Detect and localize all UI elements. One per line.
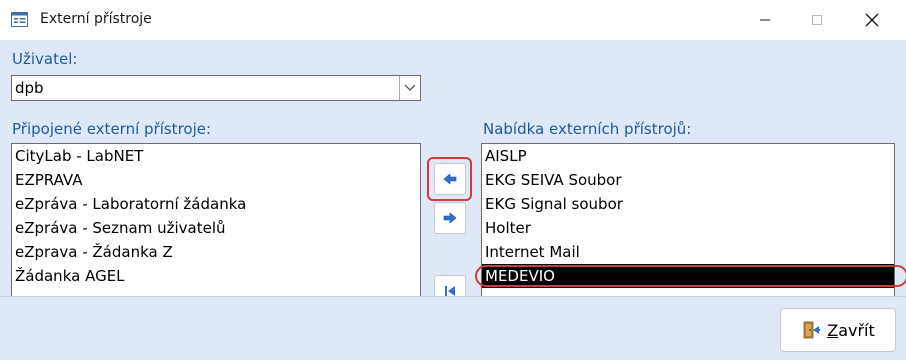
- list-item[interactable]: EZPRAVA: [12, 168, 420, 192]
- minimize-button[interactable]: [742, 0, 788, 40]
- combobox-dropdown-button[interactable]: [399, 76, 420, 100]
- list-item[interactable]: eZprava - Žádanka Z: [12, 240, 420, 264]
- connected-devices-list[interactable]: CityLab - LabNET EZPRAVA eZpráva - Labor…: [11, 143, 421, 303]
- move-right-button[interactable]: [434, 202, 466, 234]
- move-left-button[interactable]: [434, 163, 466, 195]
- window-title: Externí přístroje: [40, 11, 152, 27]
- maximize-icon: [812, 15, 822, 25]
- chevron-down-icon: [404, 84, 416, 91]
- maximize-button[interactable]: [794, 0, 840, 40]
- close-button[interactable]: Zavřít: [780, 308, 896, 352]
- available-devices-label: Nabídka externích přístrojů:: [483, 120, 692, 138]
- close-button-mnemonic: Z: [827, 320, 839, 340]
- dialog-window: Externí přístroje Uživatel: dpb Připojen…: [0, 0, 906, 360]
- list-item[interactable]: CityLab - LabNET: [12, 144, 420, 168]
- user-label: Uživatel:: [12, 50, 78, 68]
- close-window-button[interactable]: [849, 0, 895, 40]
- list-item[interactable]: Žádanka AGEL: [12, 264, 420, 288]
- dialog-footer: [0, 296, 906, 360]
- available-devices-list[interactable]: AISLP EKG SEIVA Soubor EKG Signal soubor…: [481, 143, 895, 303]
- arrow-left-icon: [443, 173, 457, 185]
- list-item[interactable]: AISLP: [482, 144, 894, 168]
- list-item[interactable]: EKG Signal soubor: [482, 192, 894, 216]
- minimize-icon: [760, 19, 770, 21]
- arrow-right-icon: [443, 212, 457, 224]
- title-bar: Externí přístroje: [0, 0, 906, 40]
- list-item[interactable]: Internet Mail: [482, 240, 894, 264]
- close-button-label: Zavřít: [827, 321, 875, 340]
- user-combobox[interactable]: dpb: [11, 75, 421, 101]
- list-item[interactable]: Holter: [482, 216, 894, 240]
- list-item-selected[interactable]: MEDEVIO: [482, 264, 894, 288]
- list-item[interactable]: eZpráva - Seznam uživatelů: [12, 216, 420, 240]
- close-icon: [865, 13, 879, 27]
- list-item[interactable]: eZpráva - Laboratorní žádanka: [12, 192, 420, 216]
- door-exit-icon: [803, 321, 821, 339]
- user-combobox-value: dpb: [15, 79, 44, 97]
- form-icon: [11, 12, 28, 27]
- close-button-text: avřít: [838, 320, 875, 340]
- connected-devices-label: Připojené externí přístroje:: [12, 120, 212, 138]
- list-item[interactable]: EKG SEIVA Soubor: [482, 168, 894, 192]
